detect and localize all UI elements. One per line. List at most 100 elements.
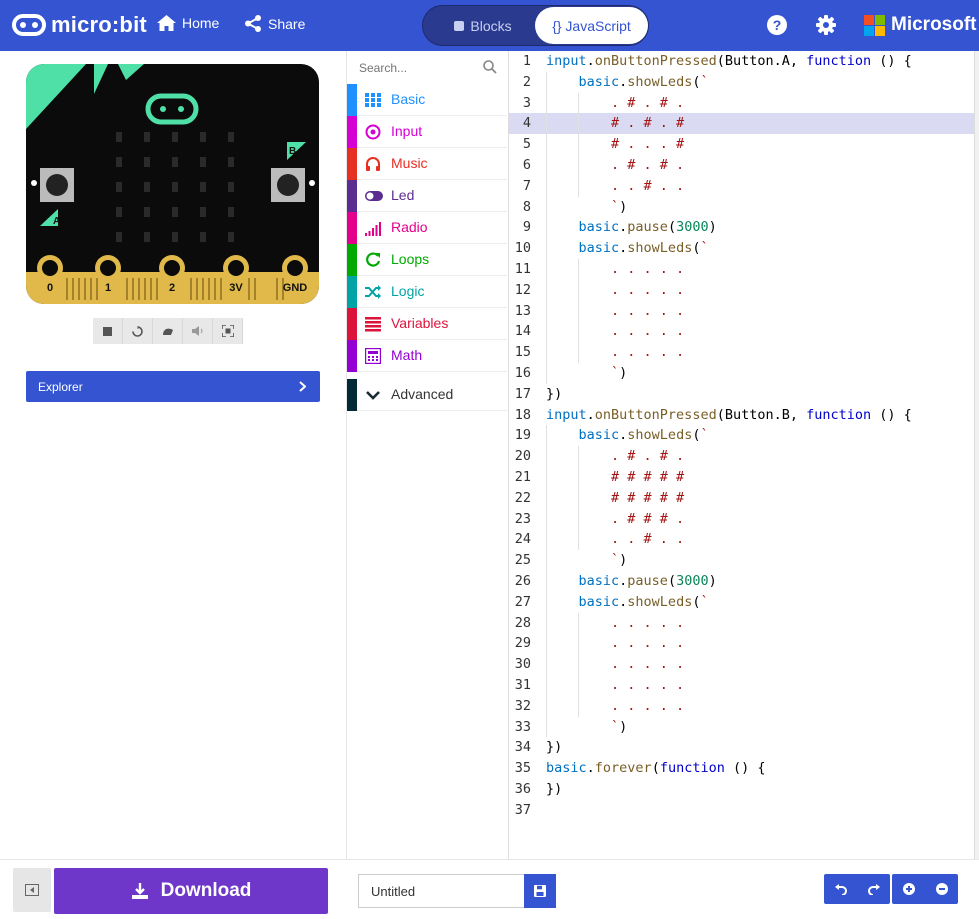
share-label: Share [268, 15, 306, 32]
fullscreen-button[interactable] [213, 318, 243, 344]
code-line[interactable]: 29 . . . . . [509, 633, 975, 654]
code-line[interactable]: 24 . . # . . [509, 529, 975, 550]
code-line[interactable]: 18 input.onButtonPressed(Button.B, functi… [509, 405, 975, 426]
code-line[interactable]: 26 basic.pause(3000) [509, 571, 975, 592]
code-line[interactable]: 6 . # . # . [509, 155, 975, 176]
line-number: 8 [522, 198, 531, 215]
code-line[interactable]: 34}) [509, 737, 975, 758]
code-line[interactable]: 12 . . . . . [509, 280, 975, 301]
code-line[interactable]: 28 . . . . . [509, 613, 975, 634]
line-number: 27 [514, 593, 531, 610]
redo-button[interactable] [857, 874, 890, 904]
save-button[interactable] [524, 874, 556, 908]
toolbox-category-math[interactable]: Math [347, 340, 507, 372]
mute-button[interactable] [183, 318, 213, 344]
code-line[interactable]: 5 # . . . # [509, 134, 975, 155]
code-line[interactable]: 11 . . . . . [509, 259, 975, 280]
code-line[interactable]: 14 . . . . . [509, 321, 975, 342]
toolbox-category-label: Basic [391, 91, 426, 107]
toolbox-category-input[interactable]: Input [347, 116, 507, 148]
code-line[interactable]: 3 . # . # . [509, 93, 975, 114]
toolbox-advanced-toggle[interactable]: Advanced [347, 379, 507, 411]
collapse-simulator-button[interactable] [13, 868, 51, 912]
code-line[interactable]: 17}) [509, 384, 975, 405]
toolbox-category-logic[interactable]: Logic [347, 276, 507, 308]
code-line[interactable]: 8 `) [509, 197, 975, 218]
code-text: . # # # . [546, 510, 685, 527]
line-number: 10 [514, 240, 531, 257]
line-number: 25 [514, 552, 531, 569]
gear-icon[interactable] [815, 14, 837, 36]
code-text: . . . . . [546, 302, 685, 319]
zoom-in-button[interactable] [892, 874, 925, 904]
code-line[interactable]: 22 # # # # # [509, 488, 975, 509]
toolbox-category-led[interactable]: Led [347, 180, 507, 212]
code-line[interactable]: 15 . . . . . [509, 342, 975, 363]
code-line[interactable]: 37 [509, 800, 975, 821]
blocks-tab[interactable]: Blocks [431, 6, 535, 45]
slowmo-button[interactable] [153, 318, 183, 344]
home-button[interactable]: Home [157, 15, 219, 31]
line-number: 34 [514, 739, 531, 756]
code-line[interactable]: 2 basic.showLeds(` [509, 72, 975, 93]
code-line[interactable]: 7 . . # . . [509, 176, 975, 197]
code-line[interactable]: 27 basic.showLeds(` [509, 592, 975, 613]
javascript-tab[interactable]: {} JavaScript [535, 7, 648, 44]
download-button[interactable]: Download [54, 868, 328, 914]
microbit-board-graphic: 0 1 2 3V GND A B [26, 64, 319, 304]
code-text: `) [611, 198, 628, 215]
code-text: . . . . . [546, 344, 685, 361]
editor-mode-toggle: Blocks {} JavaScript [422, 5, 649, 46]
line-number: 23 [514, 510, 531, 527]
code-text: . . . . . [546, 281, 685, 298]
editor-scrollbar[interactable] [974, 51, 979, 859]
code-text: . . # . . [546, 531, 685, 548]
code-text: basic.showLeds(` [578, 427, 709, 444]
code-line[interactable]: 9 basic.pause(3000) [509, 217, 975, 238]
code-line[interactable]: 25 `) [509, 550, 975, 571]
code-line[interactable]: 36}) [509, 779, 975, 800]
code-line[interactable]: 30 . . . . . [509, 654, 975, 675]
explorer-panel-toggle[interactable]: Explorer [26, 371, 320, 402]
toolbox-category-music[interactable]: Music [347, 148, 507, 180]
undo-button[interactable] [824, 874, 857, 904]
search-icon[interactable] [483, 60, 497, 74]
microbit-logo[interactable]: micro:bit [12, 12, 147, 38]
search-input[interactable] [359, 59, 479, 77]
toolbox-category-loops[interactable]: Loops [347, 244, 507, 276]
help-icon[interactable]: ? [766, 14, 788, 36]
toolbox-category-basic[interactable]: Basic [347, 84, 507, 116]
stop-button[interactable] [93, 318, 123, 344]
code-line[interactable]: 31 . . . . . [509, 675, 975, 696]
restart-button[interactable] [123, 318, 153, 344]
code-line[interactable]: 35 basic.forever(function () { [509, 758, 975, 779]
toggle-icon [365, 191, 383, 201]
code-line[interactable]: 16 `) [509, 363, 975, 384]
zoom-out-button[interactable] [925, 874, 958, 904]
code-text: . . . . . [546, 656, 685, 673]
code-line[interactable]: 23 . # # # . [509, 509, 975, 530]
code-line[interactable]: 13 . . . . . [509, 301, 975, 322]
code-line[interactable]: 19 basic.showLeds(` [509, 425, 975, 446]
code-line[interactable]: 4 # . # . # [509, 113, 975, 134]
code-line[interactable]: 32 . . . . . [509, 696, 975, 717]
toolbox-category-variables[interactable]: Variables [347, 308, 507, 340]
code-line[interactable]: 21 # # # # # [509, 467, 975, 488]
microsoft-logo[interactable]: Microsoft [864, 14, 977, 36]
line-number: 6 [522, 157, 531, 173]
code-line[interactable]: 33 `) [509, 717, 975, 738]
share-button[interactable]: Share [244, 15, 305, 32]
microbit-simulator[interactable]: 0 1 2 3V GND A B [26, 64, 319, 304]
code-line[interactable]: 20 . # . # . [509, 446, 975, 467]
code-line[interactable]: 1 input.onButtonPressed(Button.A, functio… [509, 51, 975, 72]
project-name-input[interactable] [358, 874, 524, 908]
line-number: 3 [522, 94, 531, 111]
code-editor[interactable]: 1 input.onButtonPressed(Button.A, functio… [508, 51, 975, 859]
makecode-app: micro:bit Home Share Blocks {} JavaScrip… [0, 0, 979, 919]
line-number: 15 [514, 344, 531, 361]
line-number: 4 [522, 115, 531, 132]
toolbox-category-label: Input [391, 123, 423, 139]
toolbox-category-radio[interactable]: Radio [347, 212, 507, 244]
code-line[interactable]: 10 basic.showLeds(` [509, 238, 975, 259]
line-number: 17 [514, 385, 531, 402]
